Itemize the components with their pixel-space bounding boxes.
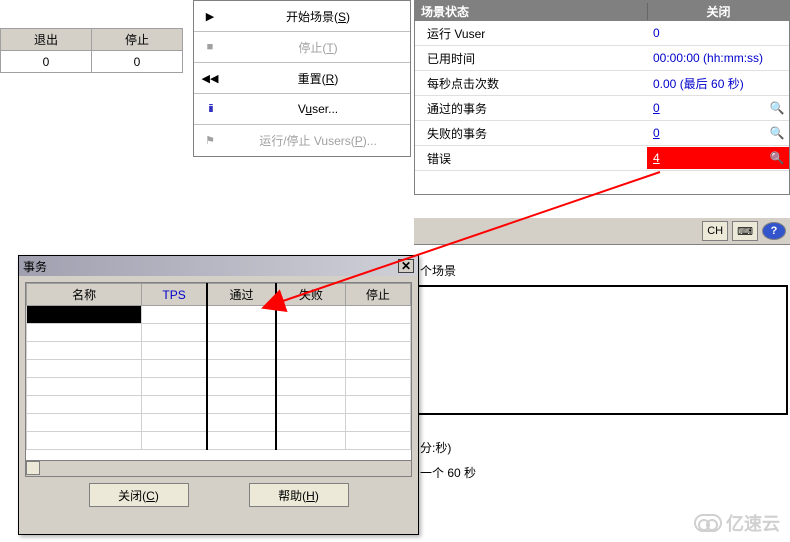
stop-button: ■ 停止(T)	[194, 32, 410, 63]
watermark-logo-icon	[694, 514, 722, 532]
transaction-table: 名称 TPS 通过 失败 停止	[26, 283, 411, 450]
error-label: 错误	[415, 150, 647, 167]
scene-chart-box	[416, 285, 788, 415]
elapsed-value: 00:00:00 (hh:mm:ss)	[647, 51, 765, 65]
col-tps[interactable]: TPS	[142, 284, 207, 306]
axis-unit-label: 分:秒)	[414, 439, 790, 456]
start-scene-button[interactable]: ▶ 开始场景(S)	[194, 1, 410, 32]
scenario-status-panel: 场景状态 关闭 运行 Vuser 0 已用时间 00:00:00 (hh:mm:…	[414, 0, 790, 195]
magnify-icon[interactable]: 🔍	[765, 151, 789, 165]
scene-group-title: 个场景	[414, 258, 790, 283]
table-row[interactable]	[27, 396, 411, 414]
table-row[interactable]	[27, 432, 411, 450]
tick-label: 一个 60 秒	[414, 464, 790, 481]
vuser-icon: iii	[194, 103, 226, 115]
col-fail[interactable]: 失败	[276, 284, 345, 306]
transaction-dialog: 事务 ✕ 名称 TPS 通过 失败 停止 关闭(C) 帮	[18, 255, 419, 535]
elapsed-label: 已用时间	[415, 50, 647, 67]
ch-button[interactable]: CH	[702, 221, 728, 241]
play-icon: ▶	[194, 10, 226, 23]
close-button[interactable]: 关闭(C)	[89, 483, 189, 507]
passed-tx-value[interactable]: 0	[647, 101, 765, 115]
table-row[interactable]	[27, 360, 411, 378]
val-exit: 0	[1, 51, 92, 73]
watermark: 亿速云	[694, 510, 780, 536]
col-pass[interactable]: 通过	[207, 284, 276, 306]
table-row[interactable]	[27, 306, 411, 324]
top-left-table: 退出 停止 0 0	[0, 28, 183, 73]
action-panel: ▶ 开始场景(S) ■ 停止(T) ◀◀ 重置(R) iii Vuser... …	[193, 0, 411, 157]
dialog-title: 事务	[23, 258, 47, 275]
help-button[interactable]: 帮助(H)	[249, 483, 349, 507]
val-stop: 0	[92, 51, 183, 73]
runstop-vusers-button: ⚑ 运行/停止 Vusers(P)...	[194, 125, 410, 156]
table-row[interactable]	[27, 378, 411, 396]
running-vuser-label: 运行 Vuser	[415, 25, 647, 42]
scene-group: 个场景 分:秒) 一个 60 秒	[414, 258, 790, 481]
running-vuser-value: 0	[647, 26, 765, 40]
col-stop: 停止	[92, 29, 183, 51]
magnify-icon[interactable]: 🔍	[765, 126, 789, 140]
tool-strip: CH ⌨ ?	[414, 217, 790, 245]
hits-label: 每秒点击次数	[415, 75, 647, 92]
failed-tx-label: 失败的事务	[415, 125, 647, 142]
table-row[interactable]	[27, 342, 411, 360]
table-row[interactable]	[27, 414, 411, 432]
vuser-button[interactable]: iii Vuser...	[194, 94, 410, 125]
reset-button[interactable]: ◀◀ 重置(R)	[194, 63, 410, 94]
passed-tx-label: 通过的事务	[415, 100, 647, 117]
table-row[interactable]	[27, 324, 411, 342]
failed-tx-value[interactable]: 0	[647, 126, 765, 140]
close-icon[interactable]: ✕	[398, 259, 414, 273]
stop-icon: ■	[194, 41, 226, 53]
status-close-header[interactable]: 关闭	[647, 3, 789, 20]
col-exit: 退出	[1, 29, 92, 51]
hits-value: 0.00 (最后 60 秒)	[647, 75, 765, 92]
magnify-icon[interactable]: 🔍	[765, 101, 789, 115]
status-title: 场景状态	[415, 3, 647, 20]
flag-icon: ⚑	[194, 134, 226, 147]
keyboard-icon[interactable]: ⌨	[732, 221, 758, 241]
help-icon[interactable]: ?	[762, 222, 786, 240]
rewind-icon: ◀◀	[194, 72, 226, 85]
col-name[interactable]: 名称	[27, 284, 142, 306]
horizontal-scrollbar[interactable]	[26, 460, 411, 476]
error-value[interactable]: 4	[647, 151, 765, 165]
col-stop[interactable]: 停止	[345, 284, 410, 306]
